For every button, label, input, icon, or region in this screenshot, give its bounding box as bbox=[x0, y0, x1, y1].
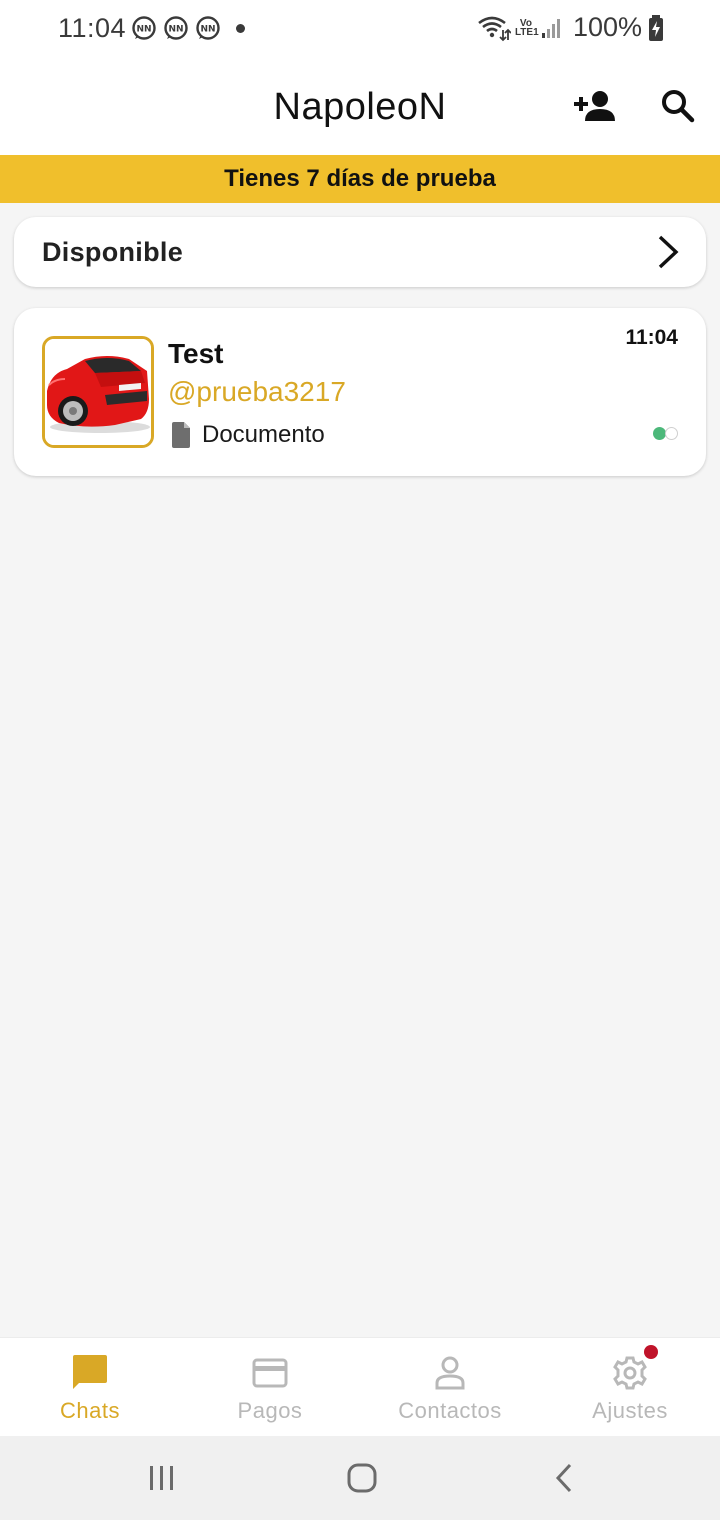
trial-banner: Tienes 7 días de prueba bbox=[0, 155, 720, 203]
document-icon bbox=[172, 422, 190, 448]
status-time: 11:04 bbox=[58, 13, 127, 43]
nav-item-pagos[interactable]: Pagos bbox=[180, 1338, 360, 1437]
search-button[interactable] bbox=[650, 78, 706, 134]
message-status-indicator bbox=[653, 427, 678, 440]
nav-label-contactos: Contactos bbox=[398, 1398, 502, 1423]
nav-item-chats[interactable]: Chats bbox=[0, 1338, 180, 1437]
recent-apps-button[interactable] bbox=[138, 1454, 186, 1502]
battery-charging-icon bbox=[649, 14, 663, 41]
wifi-icon bbox=[478, 16, 511, 41]
battery-level: 100% bbox=[572, 12, 642, 42]
chat-time: 11:04 bbox=[625, 326, 678, 349]
unread-dot bbox=[665, 427, 678, 440]
napoleon-notification-icon: NN bbox=[164, 16, 188, 40]
add-person-icon bbox=[574, 91, 615, 121]
avatar bbox=[42, 336, 154, 448]
add-contact-button[interactable] bbox=[566, 78, 622, 134]
napoleon-notification-icon: NN bbox=[132, 16, 156, 40]
chat-preview-text: Documento bbox=[202, 421, 325, 448]
screen: 11:04 NN NN NN Vo LTE1 100% NapoleoN Tie… bbox=[0, 0, 720, 1520]
nav-item-ajustes[interactable]: Ajustes bbox=[540, 1338, 720, 1437]
more-notifications-dot bbox=[236, 24, 245, 33]
svg-text:NN: NN bbox=[200, 25, 215, 35]
availability-label: Disponible bbox=[42, 236, 184, 267]
search-icon bbox=[662, 90, 695, 123]
person-icon bbox=[435, 1356, 465, 1390]
chat-preview: Documento bbox=[170, 421, 325, 449]
back-button[interactable] bbox=[540, 1454, 588, 1502]
nav-item-contactos[interactable]: Contactos bbox=[360, 1338, 540, 1437]
chevron-right-icon bbox=[658, 235, 679, 269]
napoleon-notification-icon: NN bbox=[196, 16, 220, 40]
chat-list-item[interactable]: Test @prueba3217 Documento 11:04 bbox=[14, 308, 706, 476]
availability-selector[interactable]: Disponible bbox=[14, 217, 706, 287]
nav-label-chats: Chats bbox=[60, 1398, 120, 1423]
notification-icons: NN NN NN bbox=[131, 15, 221, 41]
chat-name: Test bbox=[168, 338, 224, 369]
app-bar: NapoleoN bbox=[0, 58, 720, 156]
chat-handle: @prueba3217 bbox=[168, 376, 346, 407]
system-navigation-bar bbox=[0, 1436, 720, 1520]
settings-notification-badge bbox=[644, 1345, 658, 1359]
bottom-navigation: Chats Pagos Contactos Ajustes bbox=[0, 1337, 720, 1436]
nav-label-pagos: Pagos bbox=[237, 1398, 303, 1423]
svg-text:NN: NN bbox=[168, 25, 183, 35]
chat-icon bbox=[73, 1355, 107, 1389]
recents-icon bbox=[150, 1466, 173, 1490]
home-button[interactable] bbox=[338, 1454, 386, 1502]
status-indicators: Vo LTE1 100% bbox=[477, 12, 664, 43]
status-bar: 11:04 NN NN NN Vo LTE1 100% bbox=[0, 0, 720, 58]
volte-label: Vo LTE1 bbox=[514, 17, 539, 38]
gear-icon bbox=[613, 1356, 647, 1390]
svg-text:NN: NN bbox=[136, 25, 151, 35]
nav-label-ajustes: Ajustes bbox=[592, 1398, 668, 1423]
signal-icon bbox=[541, 18, 560, 38]
card-icon bbox=[252, 1358, 288, 1388]
back-icon bbox=[555, 1463, 572, 1493]
red-car-photo bbox=[45, 339, 151, 445]
home-icon bbox=[347, 1463, 377, 1493]
